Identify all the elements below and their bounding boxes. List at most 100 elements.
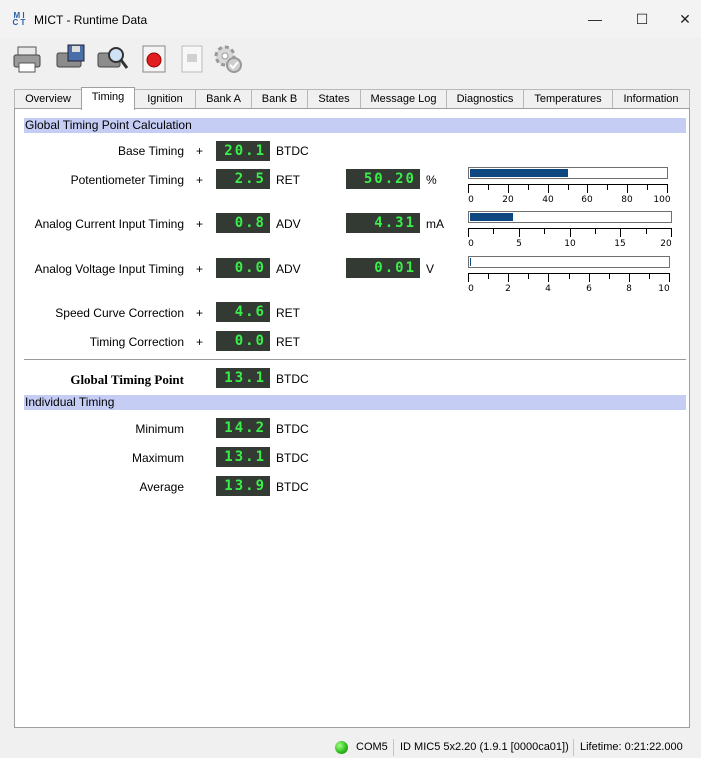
document-icon[interactable] — [174, 41, 210, 77]
average-display: 13.9 — [216, 476, 270, 496]
scale-minor-tick — [595, 228, 596, 234]
analog-voltage-timing-unit: ADV — [276, 262, 301, 276]
scale-tick-label: 80 — [621, 195, 633, 205]
scale-tick-label: 2 — [505, 284, 511, 294]
analog-voltage-timing-display: 0.0 — [216, 258, 270, 278]
scale-major-tick — [468, 228, 469, 237]
global-section-header: Global Timing Point Calculation — [24, 118, 686, 133]
scale-tick-label: 100 — [653, 195, 671, 205]
scale-minor-tick — [544, 228, 545, 234]
plus-sign: + — [196, 173, 204, 187]
potentiometer-scale: 0 20 40 60 80 100 — [468, 184, 671, 206]
global-timing-point-display: 13.1 — [216, 368, 270, 388]
toolbar — [0, 38, 701, 80]
app-logo: M IC T — [12, 11, 26, 27]
analog-current-input-display: 4.31 — [346, 213, 420, 233]
plus-sign: + — [196, 144, 204, 158]
scale-major-tick — [508, 184, 509, 193]
scale-major-tick — [667, 184, 668, 193]
analog-current-timing-display: 0.8 — [216, 213, 270, 233]
speed-curve-correction-display: 4.6 — [216, 302, 270, 322]
tab-bank-b[interactable]: Bank B — [251, 89, 308, 109]
plus-sign: + — [196, 262, 204, 276]
scale-tick-label: 20 — [660, 239, 672, 249]
status-bar: COM5 ID MIC5 5x2.20 (1.9.1 [0000ca01]) L… — [0, 737, 701, 758]
status-lifetime: Lifetime: 0:21:22.000 — [580, 741, 683, 753]
settings-icon[interactable] — [210, 41, 246, 77]
scale-minor-tick — [488, 184, 489, 190]
analog-voltage-scale: 0 2 4 6 8 10 — [468, 273, 670, 295]
timing-correction-unit: RET — [276, 335, 300, 349]
status-separator — [573, 739, 574, 756]
window-title: MICT - Runtime Data — [34, 13, 148, 27]
global-timing-point-label: Global Timing Point — [70, 372, 184, 387]
individual-section-header: Individual Timing — [24, 395, 686, 410]
analog-current-input-unit: mA — [426, 217, 444, 231]
minimize-button[interactable]: — — [580, 8, 610, 30]
plus-sign: + — [196, 306, 204, 320]
plus-sign: + — [196, 217, 204, 231]
status-port: COM5 — [356, 741, 388, 753]
speed-curve-correction-unit: RET — [276, 306, 300, 320]
scale-minor-tick — [647, 184, 648, 190]
tab-bank-a[interactable]: Bank A — [195, 89, 252, 109]
title-bar[interactable]: M IC T MICT - Runtime Data — ☐ ✕ — [0, 0, 701, 38]
status-separator — [393, 739, 394, 756]
printer-icon[interactable] — [10, 41, 46, 77]
potentiometer-timing-label: Potentiometer Timing — [70, 173, 184, 187]
plus-sign: + — [196, 335, 204, 349]
timing-correction-display: 0.0 — [216, 331, 270, 351]
search-icon[interactable] — [94, 41, 130, 77]
scale-minor-tick — [568, 184, 569, 190]
scale-tick-label: 15 — [614, 239, 626, 249]
maximize-button[interactable]: ☐ — [627, 8, 657, 30]
scale-major-tick — [629, 273, 630, 282]
close-button[interactable]: ✕ — [670, 8, 700, 30]
tab-diagnostics[interactable]: Diagnostics — [446, 89, 524, 109]
scale-major-tick — [468, 184, 469, 193]
scale-major-tick — [548, 184, 549, 193]
scale-minor-tick — [607, 184, 608, 190]
scale-tick-label: 10 — [564, 239, 576, 249]
save-icon[interactable] — [52, 41, 88, 77]
analog-current-timing-unit: ADV — [276, 217, 301, 231]
scale-minor-tick — [609, 273, 610, 279]
tab-timing[interactable]: Timing — [81, 87, 135, 110]
scale-tick-label: 4 — [545, 284, 551, 294]
scale-tick-label: 60 — [581, 195, 593, 205]
scale-tick-label: 5 — [516, 239, 522, 249]
potentiometer-level-fill — [470, 169, 568, 177]
analog-current-level-fill — [470, 213, 513, 221]
base-timing-unit: BTDC — [276, 144, 309, 158]
scale-tick-label: 40 — [542, 195, 554, 205]
tab-information[interactable]: Information — [612, 89, 690, 109]
scale-major-tick — [620, 228, 621, 237]
analog-current-scale: 0 5 10 15 20 — [468, 228, 672, 250]
minimum-display: 14.2 — [216, 418, 270, 438]
analog-voltage-input-unit: V — [426, 262, 435, 276]
tab-temperatures[interactable]: Temperatures — [523, 89, 613, 109]
analog-voltage-level-fill — [470, 258, 471, 266]
global-timing-point-unit: BTDC — [276, 372, 309, 386]
tab-states[interactable]: States — [307, 89, 361, 109]
record-icon[interactable] — [136, 41, 172, 77]
potentiometer-timing-unit: RET — [276, 173, 300, 187]
tab-message-log[interactable]: Message Log — [360, 89, 447, 109]
scale-minor-tick — [528, 273, 529, 279]
tab-ignition[interactable]: Ignition — [134, 89, 196, 109]
scale-tick-label: 8 — [626, 284, 632, 294]
scale-minor-tick — [569, 273, 570, 279]
analog-voltage-input-display: 0.01 — [346, 258, 420, 278]
scale-major-tick — [669, 273, 670, 282]
analog-voltage-level-bar — [468, 256, 670, 268]
scale-major-tick — [589, 273, 590, 282]
scale-minor-tick — [646, 228, 647, 234]
average-label: Average — [139, 480, 184, 494]
section-divider — [24, 359, 686, 360]
maximum-unit: BTDC — [276, 451, 309, 465]
scale-major-tick — [570, 228, 571, 237]
tab-strip: Overview Timing Ignition Bank A Bank B S… — [14, 87, 690, 110]
tab-overview[interactable]: Overview — [14, 89, 82, 109]
scale-major-tick — [548, 273, 549, 282]
scale-tick-label: 20 — [502, 195, 514, 205]
